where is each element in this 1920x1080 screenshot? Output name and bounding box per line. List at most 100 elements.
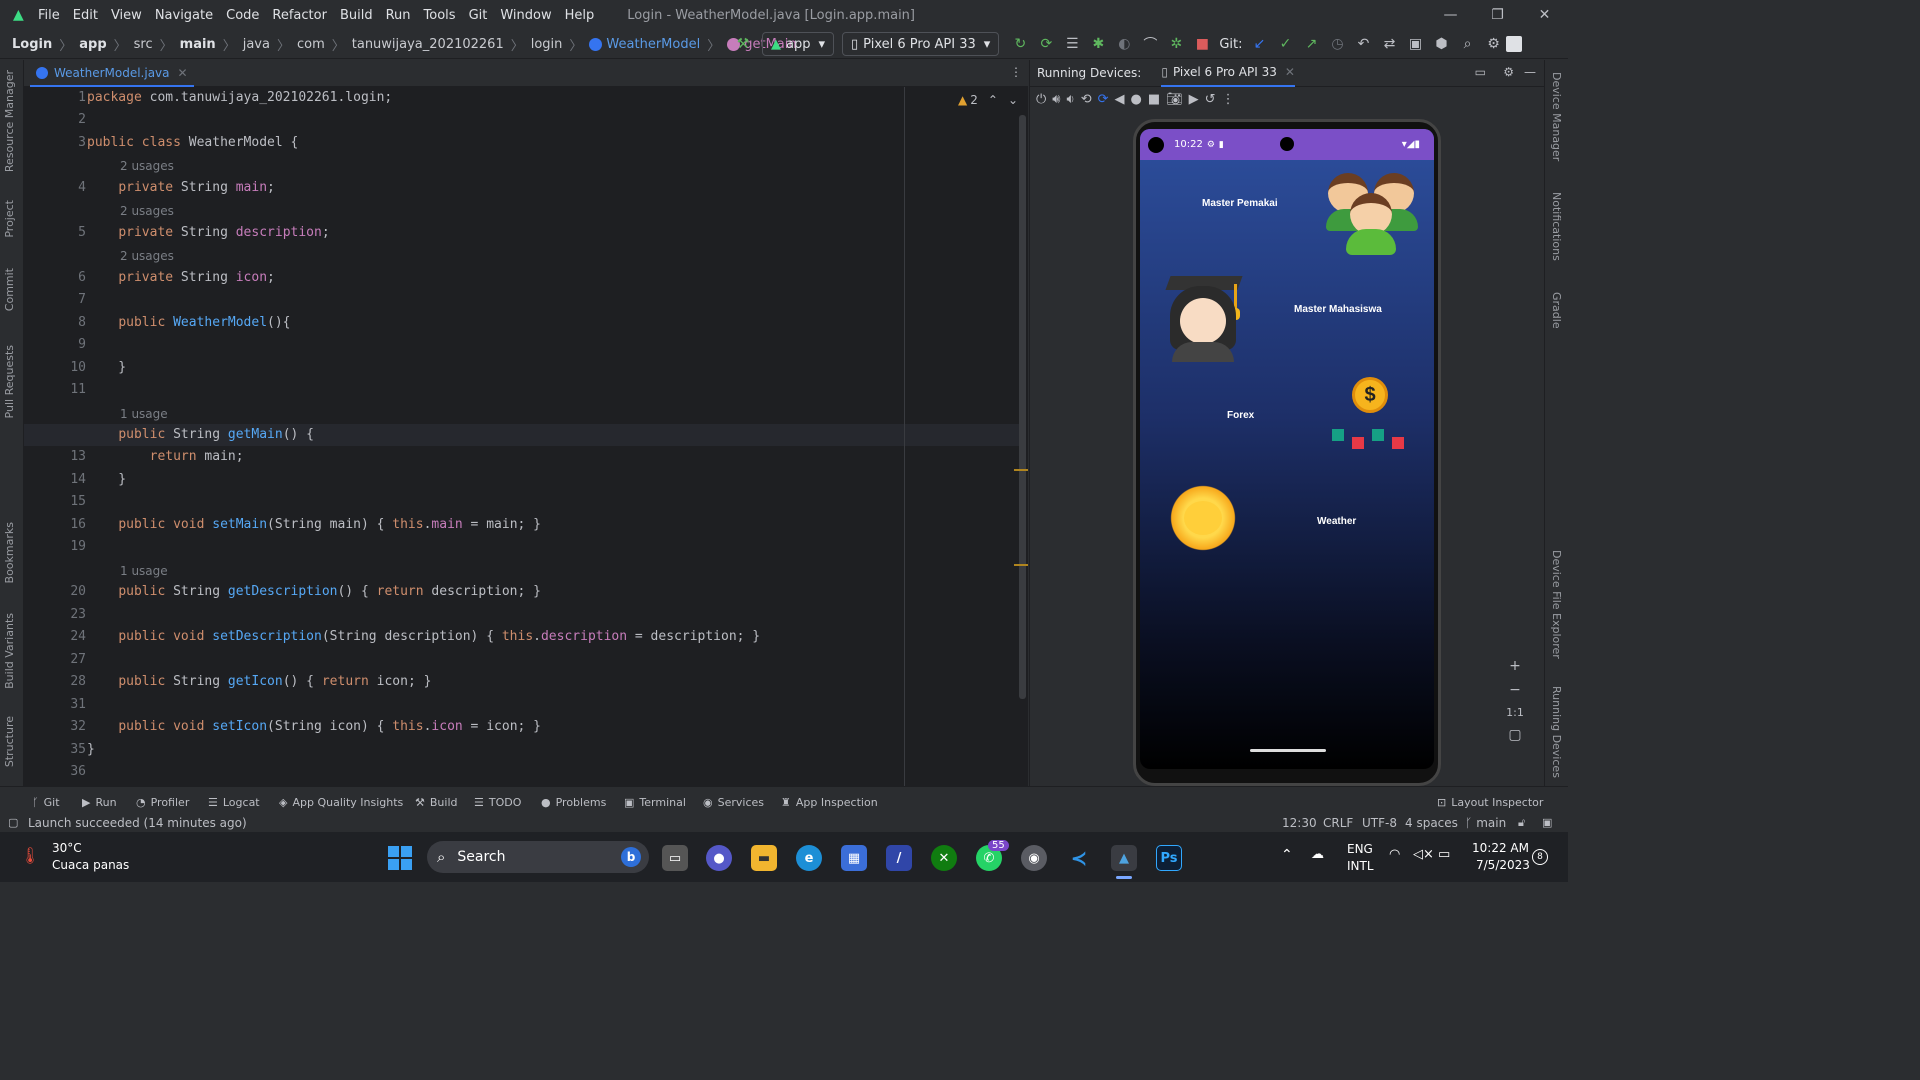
battery-icon[interactable]: ▭: [1438, 847, 1450, 862]
file-encoding[interactable]: UTF-8: [1362, 816, 1397, 830]
weather-widget-icon[interactable]: 🌡︎: [20, 846, 40, 865]
code-line[interactable]: public WeatherModel(){: [87, 315, 290, 330]
maximize-icon[interactable]: ▭: [1475, 65, 1486, 79]
status-toggle-icon[interactable]: ▢: [8, 816, 18, 829]
debug-icon[interactable]: ✱: [1085, 32, 1111, 56]
code-line[interactable]: }: [87, 472, 126, 487]
android-studio-taskbar-icon[interactable]: ▲: [1111, 845, 1137, 871]
line-separator[interactable]: CRLF: [1323, 816, 1353, 830]
panel-hide-icon[interactable]: —: [1524, 65, 1536, 79]
zoom-out-icon[interactable]: −: [1509, 682, 1521, 698]
tab-pull-requests[interactable]: Pull Requests: [3, 345, 16, 418]
tool-problems[interactable]: ● Problems: [541, 796, 606, 809]
volume-down-icon[interactable]: 🔉︎: [1067, 92, 1075, 107]
device-tab-close-icon[interactable]: ✕: [1285, 65, 1295, 79]
search-icon[interactable]: ⌕: [1454, 32, 1480, 56]
usage-hint[interactable]: 2 usages: [120, 249, 174, 263]
git-commit-icon[interactable]: ✓: [1272, 32, 1298, 56]
code-line[interactable]: return main;: [87, 449, 244, 464]
tab-device-manager[interactable]: Device Manager: [1550, 72, 1563, 161]
menu-weather[interactable]: Weather: [1317, 516, 1356, 527]
code-line[interactable]: public String getDescription() { return …: [87, 584, 541, 599]
breadcrumb-login[interactable]: Login: [12, 37, 52, 52]
usage-hint[interactable]: 2 usages: [120, 159, 174, 173]
sun-weather-icon[interactable]: [1158, 483, 1248, 553]
code-line[interactable]: private String icon;: [87, 270, 275, 285]
tool-profiler[interactable]: ◔ Profiler: [136, 796, 189, 809]
hammer-icon[interactable]: ⚒: [730, 32, 756, 56]
wifi-icon[interactable]: ◠: [1389, 847, 1400, 862]
sdk-manager-icon[interactable]: ⬢: [1428, 32, 1454, 56]
language-eng[interactable]: ENG: [1347, 842, 1373, 856]
record-icon[interactable]: ▶: [1189, 92, 1199, 107]
avatar-icon[interactable]: [1506, 36, 1523, 52]
breadcrumb-login-pkg[interactable]: login: [531, 37, 563, 52]
git-history-icon[interactable]: ◷: [1324, 32, 1350, 56]
menu-help[interactable]: Help: [565, 8, 595, 23]
menu-master-mahasiswa[interactable]: Master Mahasiswa: [1294, 304, 1382, 315]
student-graduate-icon[interactable]: [1162, 276, 1246, 362]
weather-desc[interactable]: Cuaca panas: [52, 858, 129, 872]
restore-icon[interactable]: ❐: [1474, 0, 1521, 30]
github-icon[interactable]: ◉: [1021, 845, 1047, 871]
warning-stripe-mark-2[interactable]: [1014, 564, 1028, 566]
weather-temp[interactable]: 30°C: [52, 841, 82, 855]
usage-hint[interactable]: 2 usages: [120, 204, 174, 218]
breadcrumb-java[interactable]: java: [243, 37, 270, 52]
usage-hint[interactable]: 1 usage: [120, 407, 168, 421]
vcs-branch[interactable]: ᚴ main: [1465, 816, 1506, 830]
breadcrumb-class[interactable]: WeatherModel: [606, 37, 700, 52]
menu-build[interactable]: Build: [340, 8, 373, 23]
code-line[interactable]: private String description;: [87, 225, 329, 240]
code-line[interactable]: public String getMain() {: [87, 427, 314, 442]
clock-date[interactable]: 7/5/2023: [1476, 858, 1530, 872]
git-update-icon[interactable]: ↙: [1246, 32, 1272, 56]
menu-file[interactable]: File: [38, 8, 60, 23]
teams-chat-icon[interactable]: ●: [706, 845, 732, 871]
menu-edit[interactable]: Edit: [73, 8, 98, 23]
memory-icon[interactable]: ▣: [1542, 816, 1552, 829]
tab-device-file-explorer[interactable]: Device File Explorer: [1550, 550, 1563, 659]
run-config-select[interactable]: ▲ app ▾: [762, 32, 835, 56]
more-tabs-icon[interactable]: ⋮: [1010, 65, 1022, 79]
apply-code-changes-icon[interactable]: ⟳: [1033, 32, 1059, 56]
breadcrumb-package[interactable]: tanuwijaya_202102261: [352, 37, 504, 52]
tool-run[interactable]: ▶ Run: [82, 796, 117, 809]
git-rollback-icon[interactable]: ↶: [1350, 32, 1376, 56]
rotate-left-icon[interactable]: ⟲: [1081, 92, 1092, 107]
profile-icon[interactable]: ⌒: [1137, 32, 1163, 56]
tool-logcat[interactable]: ☰ Logcat: [208, 796, 260, 809]
code-line[interactable]: public class WeatherModel {: [87, 135, 298, 150]
code-line[interactable]: public String getIcon() { return icon; }: [87, 674, 431, 689]
menu-code[interactable]: Code: [226, 8, 259, 23]
next-highlight-icon[interactable]: ⌄: [1008, 93, 1018, 107]
users-group-icon[interactable]: [1326, 169, 1418, 255]
breadcrumb-app[interactable]: app: [79, 37, 106, 52]
tab-bookmarks[interactable]: Bookmarks: [3, 522, 16, 583]
tab-commit[interactable]: Commit: [3, 268, 16, 311]
overview-icon[interactable]: ■: [1148, 92, 1160, 107]
git-push-icon[interactable]: ↗: [1298, 32, 1324, 56]
caret-position[interactable]: 12:30: [1282, 816, 1317, 830]
menu-master-pemakai[interactable]: Master Pemakai: [1202, 198, 1278, 209]
editor-tab[interactable]: WeatherModel.java ✕: [30, 60, 194, 87]
taskbar-search[interactable]: ⌕ Search b: [427, 841, 649, 873]
zoom-in-icon[interactable]: +: [1509, 658, 1521, 674]
warning-stripe-mark[interactable]: [1014, 469, 1028, 471]
coverage-icon[interactable]: ◐: [1111, 32, 1137, 56]
menu-window[interactable]: Window: [500, 8, 551, 23]
inspection-widget[interactable]: ▲ 2 ⌃ ⌄: [958, 93, 1018, 107]
close-icon[interactable]: ✕: [1521, 0, 1568, 30]
tab-running-devices[interactable]: Running Devices: [1550, 686, 1563, 778]
phone-screen[interactable]: 10:22 ⚙ ▮ ▾◢▮ Master Pemakai Master Maha…: [1140, 129, 1434, 769]
task-view-icon[interactable]: ▭: [662, 845, 688, 871]
tab-gradle[interactable]: Gradle: [1550, 292, 1563, 329]
file-explorer-icon[interactable]: ▬: [751, 845, 777, 871]
show-hidden-icons[interactable]: ⌃: [1281, 847, 1293, 863]
code-line[interactable]: }: [87, 360, 126, 375]
language-intl[interactable]: INTL: [1347, 859, 1374, 873]
device-tab[interactable]: ▯ Pixel 6 Pro API 33 ✕: [1161, 60, 1295, 87]
tool-app-quality-insights[interactable]: ◈ App Quality Insights: [279, 796, 403, 809]
more-options-icon[interactable]: ⋮: [1222, 92, 1235, 107]
windows-start-icon[interactable]: [387, 845, 413, 871]
